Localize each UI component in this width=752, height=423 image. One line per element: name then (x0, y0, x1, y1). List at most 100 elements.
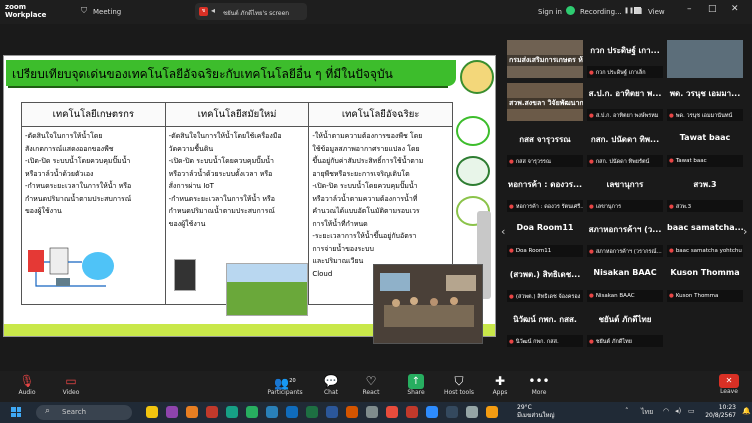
app-icon[interactable] (486, 406, 498, 418)
signin-link[interactable]: Sign in (538, 8, 562, 16)
language-indicator[interactable]: ไทย (641, 407, 653, 418)
word-icon[interactable] (326, 406, 338, 418)
audio-button[interactable]: 🎙 Audio (6, 374, 48, 396)
participant-tile[interactable]: หอการค้า : ดองวร... ● หอการค้า : ดองวร รัต… (507, 174, 583, 212)
shield-icon: ⛉ (454, 374, 464, 388)
participant-tile[interactable]: พด. วรนุช เอมมา... ● พด. วรนุช เอมมานันทน์ (667, 83, 743, 121)
app-icon[interactable] (366, 406, 378, 418)
host-tools-button[interactable]: ⛉ Host tools (438, 374, 480, 396)
battery-icon[interactable]: ▭ (688, 407, 695, 415)
heart-icon: ♡ (365, 374, 377, 388)
meeting-room-video (374, 265, 482, 343)
column-header: เทคโนโลยีอัจฉริยะ (308, 102, 453, 127)
partner-logo (456, 156, 490, 186)
pause-icon[interactable]: ❚❚ (624, 7, 634, 14)
participant-name: baac samatcha... (667, 223, 743, 232)
participant-tile[interactable]: Tawat baac ● Tawat baac (667, 129, 743, 167)
participant-label: ● ส.ป.ก. อาทิตยา พงษ์พรหม (587, 109, 663, 121)
app-icon[interactable] (466, 406, 478, 418)
taskbar-search[interactable]: ⌕ Search (36, 405, 132, 420)
participant-tile[interactable]: Kuson Thomma ● Kuson Thomma (667, 264, 743, 302)
participant-name: กสส จารุวรรณ (519, 135, 571, 144)
windows-start-icon[interactable] (11, 407, 21, 417)
outlook-icon[interactable] (286, 406, 298, 418)
mic-muted-icon: ● (589, 159, 594, 165)
meeting-toolbar: 🎙 Audio ▭ Video 👥20 Participants 💬 Chat … (0, 371, 752, 402)
participant-tile[interactable]: สวพ.สงขลา วิจัยพัฒนาการ... (507, 83, 583, 121)
edge-icon[interactable] (226, 406, 238, 418)
participant-tile[interactable]: สวพ.3 ● สวพ.3 (667, 174, 743, 212)
chrome-icon[interactable] (246, 406, 258, 418)
app-icon[interactable] (186, 406, 198, 418)
maximize-icon[interactable]: □ (708, 4, 717, 14)
minimize-icon[interactable]: – (687, 4, 692, 14)
participant-name: Kuson Thomma (670, 268, 740, 277)
zoom-icon[interactable] (426, 406, 438, 418)
table-header-row: เทคโนโลยีเกษตรกร เทคโนโลยีสมัยใหม่ เทคโน… (21, 102, 453, 127)
more-button[interactable]: ••• More (518, 374, 560, 396)
view-button[interactable]: View (648, 8, 665, 16)
search-icon: ⌕ (45, 406, 51, 416)
participant-tile[interactable] (667, 40, 743, 78)
participant-tile[interactable]: baac samatcha... ● baac samatcha yohtchu (667, 219, 743, 257)
participants-button[interactable]: 👥20 Participants (258, 374, 312, 396)
people-icon: 👥20 (274, 376, 296, 390)
mic-muted-icon: ● (669, 158, 674, 164)
app-icon[interactable] (266, 406, 278, 418)
participant-tile[interactable]: Nisakan BAAC ● Nisakan BAAC (587, 264, 663, 302)
excel-icon[interactable] (306, 406, 318, 418)
notification-icon[interactable]: 🔔 (742, 407, 751, 415)
participant-label: ● baac samatcha yohtchu (667, 245, 743, 257)
video-button[interactable]: ▭ Video (50, 374, 92, 396)
participant-tile[interactable]: สภาหอการค้าฯ (ว... ● สภาหอการค้าฯ (วรากรณ์… (587, 219, 663, 257)
app-icon[interactable] (446, 406, 458, 418)
column-header: เทคโนโลยีเกษตรกร (21, 102, 166, 127)
chevron-left-icon[interactable]: ‹ (501, 225, 505, 238)
farm-field-image (226, 263, 308, 316)
powerpoint-icon[interactable] (346, 406, 358, 418)
close-icon[interactable]: ✕ (731, 4, 739, 14)
wifi-icon[interactable]: ◠ (663, 407, 669, 415)
participant-tile[interactable]: กสก. ปนัดดา ทิพ... ● กสก. ปนัดดา ทิพยรัตน์ (587, 129, 663, 167)
participant-name: เลขานุการ (606, 180, 644, 189)
mic-muted-icon: ● (589, 249, 594, 255)
taskbar-clock[interactable]: 10:23 20/8/2567 (700, 404, 736, 420)
tray-chevron-icon[interactable]: ˄ (625, 407, 629, 415)
participant-label: ● Kuson Thomma (667, 290, 743, 302)
participant-tile[interactable]: นิวัฒน์ กพก. กสส. ● นิวัฒน์ กพก. กสส. (507, 309, 583, 347)
shield-icon[interactable]: ⛉ (81, 6, 87, 16)
participant-tile[interactable]: ชยันต์ ภักดีไทย ● ชยันต์ ภักดีไทย (587, 309, 663, 347)
participant-tile[interactable]: ส.ป.ก. อาทิตยา พ... ● ส.ป.ก. อาทิตยา พงษ์พ… (587, 83, 663, 121)
volume-icon[interactable]: ◂) (675, 407, 681, 415)
participant-name: กวก ประดิษฐ์ เกา... (590, 46, 660, 55)
mic-muted-icon: ● (509, 159, 514, 165)
mic-muted-icon: ● (589, 204, 594, 210)
participant-tile[interactable]: กสส จารุวรรณ ● กสส จารุวรรณ (507, 129, 583, 167)
app-icon[interactable] (166, 406, 178, 418)
participant-name: สภาหอการค้าฯ (ว... (588, 225, 662, 234)
participant-tile[interactable]: Doa Room11 ● Doa Room11 (507, 219, 583, 257)
mic-muted-icon: ● (669, 248, 674, 254)
screen-share-indicator[interactable]: ช ◂ ชยันต์ ภักดีไทย's screen (195, 3, 307, 20)
grid-view-icon[interactable]: ▦ (635, 6, 643, 15)
video-off-icon: ▭ (65, 374, 77, 388)
leave-button[interactable]: ✕ Leave (718, 374, 740, 395)
recording-label: Recording... (580, 8, 622, 16)
participant-tile[interactable]: กรมส่งเสริมการเกษตร ห้องประชุม (507, 40, 583, 78)
participant-name: พด. วรนุช เอมมา... (669, 89, 741, 98)
app-icon[interactable] (386, 406, 398, 418)
apps-icon: ✚ (494, 374, 506, 388)
react-button[interactable]: ♡ React (350, 374, 392, 396)
weather-widget[interactable]: 29°C มีเมฆส่วนใหญ่ (517, 404, 555, 420)
participant-tile[interactable]: (สวพต.) สิทธิเดช... ● (สวพต.) สิทธิเดช จ้อ… (507, 264, 583, 302)
chat-button[interactable]: 💬 Chat (310, 374, 352, 396)
apps-button[interactable]: ✚ Apps (479, 374, 521, 396)
app-icon[interactable] (206, 406, 218, 418)
file-explorer-icon[interactable] (146, 406, 158, 418)
chevron-right-icon[interactable]: › (743, 225, 747, 238)
participant-tile[interactable]: กวก ประดิษฐ์ เกา... ● กวก ประดิษฐ์ เกาเล็ก (587, 40, 663, 78)
acrobat-icon[interactable] (406, 406, 418, 418)
floating-video-thumbnail[interactable] (373, 264, 483, 344)
share-button[interactable]: ↑ Share (395, 374, 437, 396)
participant-tile[interactable]: เลขานุการ ● เลขานุการ (587, 174, 663, 212)
